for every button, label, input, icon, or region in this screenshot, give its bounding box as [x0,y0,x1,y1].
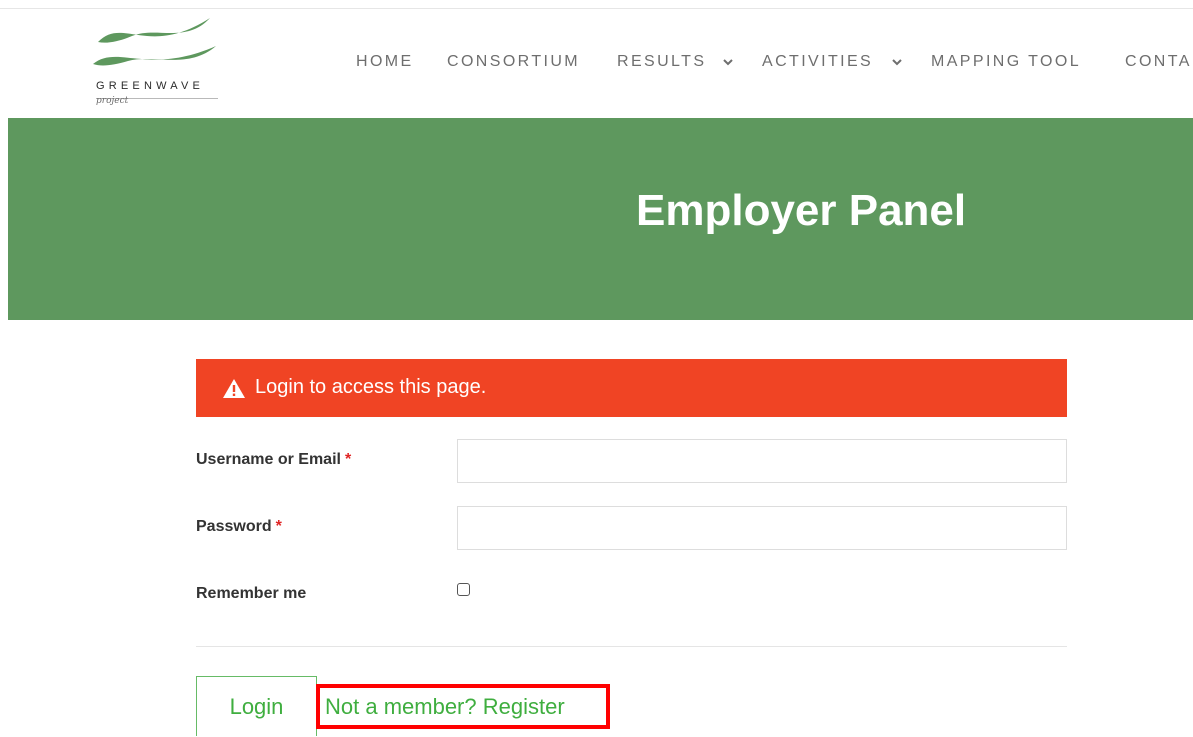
required-mark: * [275,518,282,535]
username-field[interactable] [457,439,1067,483]
register-link[interactable]: Not a member? Register [316,684,610,729]
chevron-down-icon[interactable] [890,55,904,69]
username-label: Username or Email * [196,451,351,469]
remember-me-label: Remember me [196,585,307,602]
warning-triangle-icon [223,379,245,398]
nav-item-results[interactable]: RESULTS [617,53,706,71]
page-title: Employer Panel [636,186,967,235]
password-field[interactable] [457,506,1067,550]
alert-message: Login to access this page. [255,376,487,398]
username-label-text: Username or Email [196,451,341,468]
nav-item-home[interactable]: HOME [356,53,414,71]
login-button[interactable]: Login [196,676,317,736]
nav-item-consortium[interactable]: CONSORTIUM [447,53,580,71]
top-divider [0,8,1193,9]
remember-me-checkbox[interactable] [457,583,470,596]
password-label-text: Password [196,518,272,535]
password-label: Password * [196,518,282,536]
chevron-down-icon[interactable] [721,55,735,69]
page-header-banner: Employer Panel [8,118,1193,320]
nav-item-mapping-tool[interactable]: MAPPING TOOL [931,53,1081,71]
logo-subtitle: project [96,96,129,106]
nav-item-activities[interactable]: ACTIVITIES [762,53,873,71]
form-divider [196,646,1067,647]
site-logo[interactable]: GREENWAVE project [88,14,228,114]
required-mark: * [344,451,352,468]
login-required-alert: Login to access this page. [196,359,1067,417]
wave-logo-icon [93,18,216,66]
nav-item-contact[interactable]: CONTA [1125,53,1192,71]
logo-wordmark: GREENWAVE [96,80,205,92]
